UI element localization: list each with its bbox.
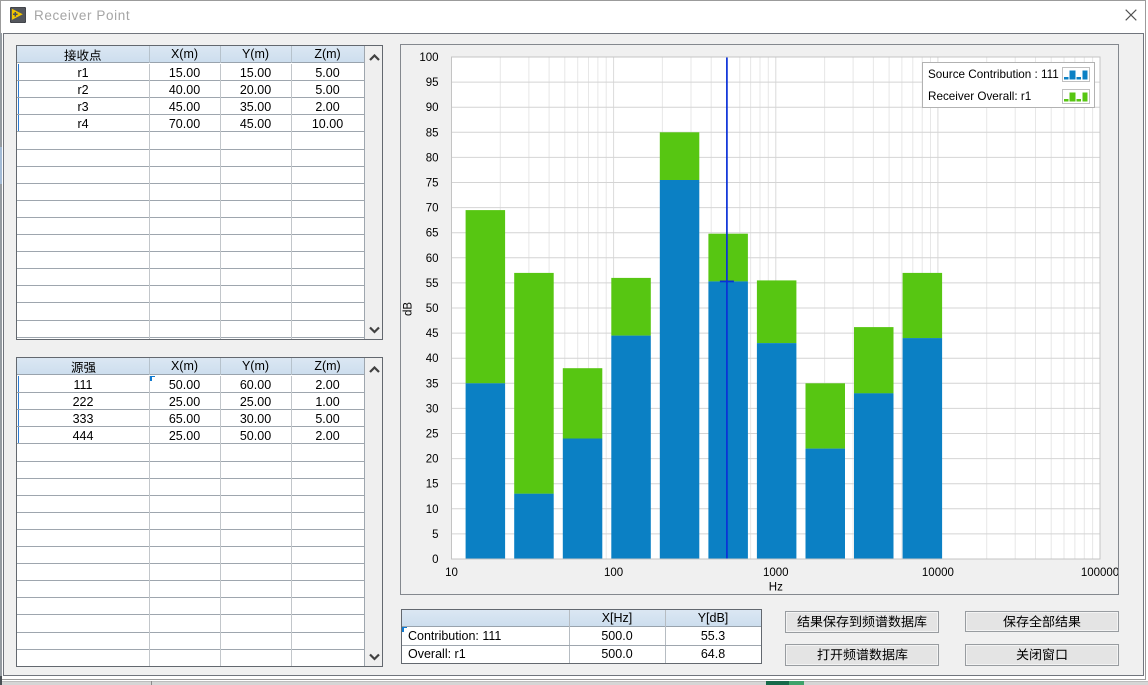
svg-text:20: 20 [426, 454, 439, 466]
svg-text:0: 0 [432, 554, 438, 566]
svg-text:90: 90 [426, 102, 439, 114]
svg-text:15: 15 [426, 479, 439, 491]
svg-text:60: 60 [426, 253, 439, 265]
svg-text:10: 10 [426, 504, 439, 516]
svg-text:75: 75 [426, 178, 439, 190]
svg-text:10: 10 [445, 567, 458, 579]
svg-text:100: 100 [419, 52, 438, 64]
svg-text:25: 25 [426, 429, 439, 441]
svg-text:100: 100 [604, 567, 623, 579]
svg-text:95: 95 [426, 77, 439, 89]
svg-text:Hz: Hz [769, 582, 783, 594]
svg-text:30: 30 [426, 403, 439, 415]
svg-text:40: 40 [426, 353, 439, 365]
svg-text:85: 85 [426, 127, 439, 139]
svg-text:100000: 100000 [1081, 567, 1118, 579]
svg-text:10000: 10000 [922, 567, 954, 579]
svg-text:50: 50 [426, 303, 439, 315]
svg-text:1000: 1000 [763, 567, 789, 579]
svg-text:80: 80 [426, 152, 439, 164]
svg-text:55: 55 [426, 278, 439, 290]
svg-text:dB: dB [403, 302, 415, 316]
svg-text:70: 70 [426, 203, 439, 215]
svg-text:5: 5 [432, 529, 438, 541]
svg-text:35: 35 [426, 378, 439, 390]
svg-text:65: 65 [426, 228, 439, 240]
svg-text:45: 45 [426, 328, 439, 340]
